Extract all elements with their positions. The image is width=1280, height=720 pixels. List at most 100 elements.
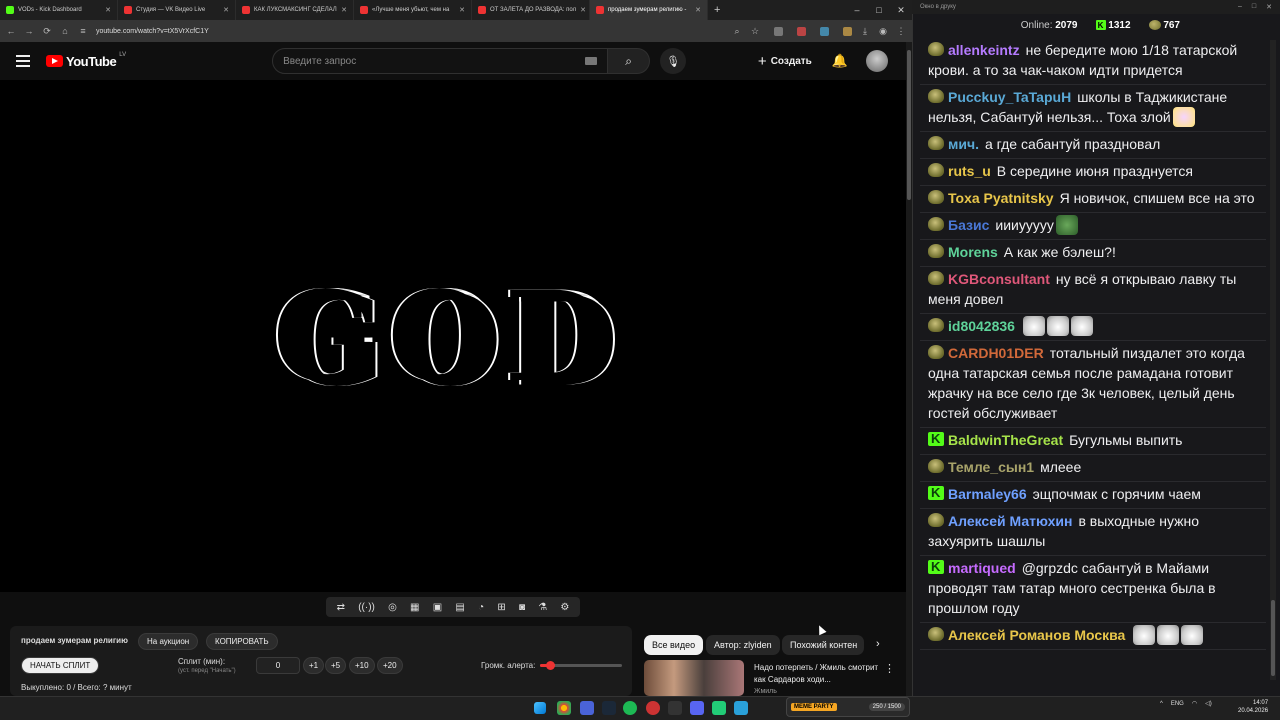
chat-scrollbar-thumb[interactable] bbox=[1271, 600, 1275, 676]
chat-username[interactable]: Алексей Матюхин bbox=[948, 513, 1072, 529]
split-increment-button[interactable]: +20 bbox=[377, 657, 403, 674]
extension-icon[interactable] bbox=[843, 26, 852, 36]
chrome-icon[interactable] bbox=[557, 701, 571, 715]
start-split-button[interactable]: НАЧАТЬ СПЛИТ bbox=[21, 657, 100, 674]
alert-volume-slider[interactable] bbox=[540, 661, 622, 670]
chat-username[interactable]: Toxa Pyatnitsky bbox=[948, 190, 1054, 206]
url-field[interactable]: youtube.com/watch?v=tX5VrXcfC1Y bbox=[96, 28, 724, 35]
chat-scrollbar[interactable] bbox=[1270, 40, 1276, 680]
split-increment-button[interactable]: +1 bbox=[303, 657, 325, 674]
home-icon[interactable]: ⌂ bbox=[60, 26, 70, 36]
split-increment-button[interactable]: +5 bbox=[325, 657, 347, 674]
copy-button[interactable]: КОПИРОВАТЬ bbox=[206, 633, 278, 650]
extension-icon[interactable] bbox=[797, 26, 806, 36]
film-icon[interactable]: ▦ bbox=[410, 602, 419, 613]
profile-icon[interactable]: ◉ bbox=[878, 26, 888, 37]
extension-icon[interactable] bbox=[774, 26, 783, 36]
maximize-icon[interactable]: □ bbox=[868, 5, 890, 16]
site-info-icon[interactable]: ≡ bbox=[78, 26, 88, 36]
volume-icon[interactable]: ◁) bbox=[1205, 700, 1212, 707]
chat-username[interactable]: Pucckuy_TaTapuH bbox=[948, 89, 1071, 105]
chip-related[interactable]: Похожий контен bbox=[782, 635, 864, 655]
speed-icon[interactable]: ◔ bbox=[478, 602, 484, 613]
bookmark-star-icon[interactable]: ☆ bbox=[750, 26, 760, 37]
browser-tab[interactable]: «Лучше меня убьют, чем на ✕ bbox=[354, 0, 472, 20]
page-scrollbar-thumb[interactable] bbox=[907, 50, 911, 200]
picture-in-picture-icon[interactable]: ▣ bbox=[433, 602, 442, 613]
extension-icon[interactable] bbox=[820, 26, 829, 36]
close-icon[interactable]: ✕ bbox=[1266, 3, 1272, 11]
spotify-icon[interactable] bbox=[623, 701, 637, 715]
tab-close-icon[interactable]: ✕ bbox=[223, 6, 229, 14]
tab-close-icon[interactable]: ✕ bbox=[341, 6, 347, 14]
app-icon[interactable] bbox=[712, 701, 726, 715]
menu-icon[interactable]: ⋮ bbox=[896, 26, 906, 37]
auction-button[interactable]: На аукцион bbox=[138, 633, 199, 650]
minimize-icon[interactable]: – bbox=[846, 5, 868, 16]
telegram-icon[interactable] bbox=[734, 701, 748, 715]
app-icon[interactable] bbox=[668, 701, 682, 715]
audio-icon[interactable]: ((·)) bbox=[358, 602, 375, 613]
chip-author[interactable]: Автор: zlyiden bbox=[706, 635, 780, 655]
rec-video-channel[interactable]: Жмиль bbox=[754, 688, 777, 695]
discord-icon[interactable] bbox=[690, 701, 704, 715]
tab-close-icon[interactable]: ✕ bbox=[695, 6, 701, 14]
windows-start-icon[interactable] bbox=[534, 702, 546, 714]
more-options-icon[interactable]: ⋮ bbox=[884, 662, 895, 675]
browser-tab[interactable]: VODs - Kick Dashboard ✕ bbox=[0, 0, 118, 20]
app-icon[interactable] bbox=[646, 701, 660, 715]
tab-close-icon[interactable]: ✕ bbox=[580, 6, 586, 14]
add-icon[interactable]: ⊞ bbox=[497, 602, 505, 613]
browser-tab[interactable]: Студия — VK Видео Live ✕ bbox=[118, 0, 236, 20]
chat-username[interactable]: Алексей Романов Москва bbox=[948, 627, 1125, 643]
rec-video-thumbnail[interactable] bbox=[644, 660, 744, 696]
new-tab-button[interactable]: + bbox=[708, 4, 726, 16]
minimize-icon[interactable]: – bbox=[1238, 3, 1242, 11]
chat-username[interactable]: Morens bbox=[948, 244, 998, 260]
search-input[interactable]: Введите запрос bbox=[272, 48, 609, 74]
app-icon[interactable] bbox=[580, 701, 594, 715]
tab-close-icon[interactable]: ✕ bbox=[105, 6, 111, 14]
chevron-right-icon[interactable]: › bbox=[876, 638, 880, 650]
language-indicator[interactable]: ENG bbox=[1171, 701, 1184, 707]
tab-close-icon[interactable]: ✕ bbox=[459, 6, 465, 14]
split-minutes-input[interactable]: 0 bbox=[256, 657, 300, 674]
chat-username[interactable]: martiqued bbox=[948, 560, 1016, 576]
loop-icon[interactable]: ⇄ bbox=[337, 602, 345, 613]
chat-username[interactable]: Темле_сын1 bbox=[948, 459, 1034, 475]
views-icon[interactable]: ◎ bbox=[388, 602, 397, 613]
chat-username[interactable]: ruts_u bbox=[948, 163, 991, 179]
create-button[interactable]: + Создать bbox=[758, 53, 812, 70]
browser-tab[interactable]: ОТ ЗАЛЕТА ДО РАЗВОДА: пол ✕ bbox=[472, 0, 590, 20]
forward-icon[interactable]: → bbox=[24, 26, 34, 36]
steam-icon[interactable] bbox=[602, 701, 616, 715]
notifications-bell-icon[interactable]: 🔔 bbox=[832, 53, 848, 69]
chat-username[interactable]: id8042836 bbox=[948, 318, 1015, 334]
flask-icon[interactable]: ⚗ bbox=[538, 602, 547, 613]
screenshot-icon[interactable]: ◙ bbox=[519, 602, 525, 613]
chat-username[interactable]: CARDH01DER bbox=[948, 345, 1044, 361]
slider-knob[interactable] bbox=[545, 661, 555, 670]
video-player[interactable]: GOD bbox=[0, 80, 906, 592]
settings-gear-icon[interactable]: ⚙ bbox=[560, 602, 569, 613]
browser-tab[interactable]: продаем зумерам религию - ✕ bbox=[590, 0, 708, 20]
rec-video-title[interactable]: Надо потерпеть / Жмиль смотрит как Сарда… bbox=[754, 662, 882, 686]
search-button[interactable]: ⌕ bbox=[608, 48, 651, 74]
chat-username[interactable]: Базис bbox=[948, 217, 989, 233]
split-increment-button[interactable]: +10 bbox=[349, 657, 375, 674]
voice-search-button[interactable]: 🎙 bbox=[660, 48, 687, 74]
memes-party-widget[interactable]: МЕМЕ PARTY 250 / 1500 bbox=[786, 697, 910, 717]
hamburger-menu-icon[interactable] bbox=[16, 55, 30, 67]
chat-username[interactable]: KGBconsultant bbox=[948, 271, 1050, 287]
chat-username[interactable]: allenkeintz bbox=[948, 42, 1020, 58]
chat-message-list[interactable]: allenkeintz не бередите мою 1/18 татарско… bbox=[920, 38, 1266, 688]
chat-username[interactable]: мич. bbox=[948, 136, 979, 152]
reload-icon[interactable]: ⟳ bbox=[42, 26, 52, 37]
close-icon[interactable]: ✕ bbox=[890, 5, 912, 16]
youtube-logo[interactable]: YouTube LV bbox=[46, 52, 126, 69]
avatar[interactable] bbox=[866, 50, 888, 72]
maximize-icon[interactable]: □ bbox=[1252, 3, 1256, 11]
chat-username[interactable]: BaldwinTheGreat bbox=[948, 432, 1063, 448]
chat-username[interactable]: Barmaley66 bbox=[948, 486, 1027, 502]
browser-tab[interactable]: КАК ЛУКСМАКСИНГ СДЕЛАЛ ✕ bbox=[236, 0, 354, 20]
